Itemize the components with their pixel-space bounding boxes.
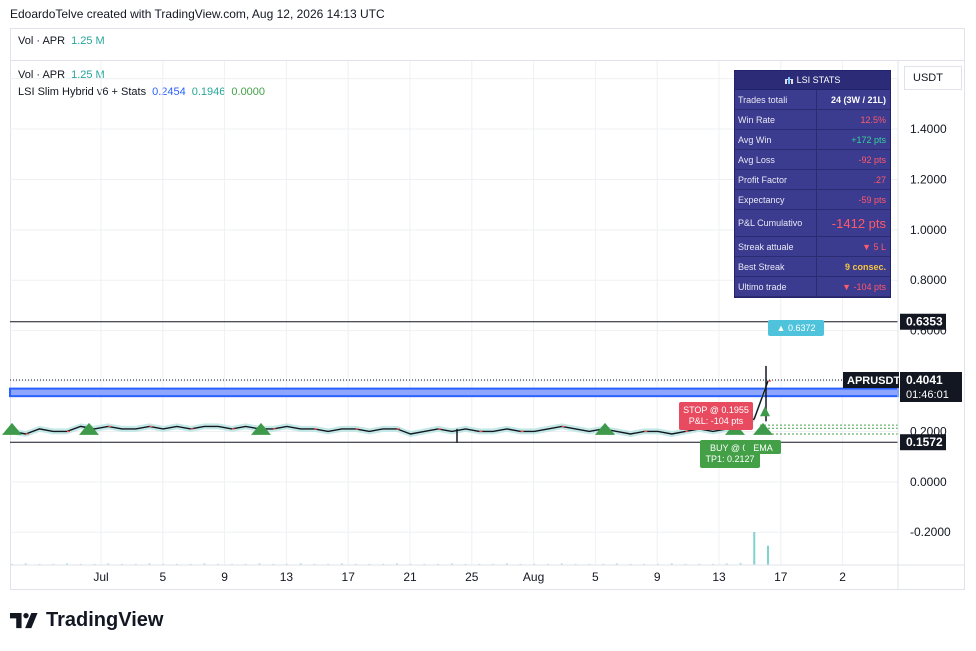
- stats-key: Avg Win: [735, 130, 817, 149]
- stats-title-text: LSI STATS: [796, 75, 841, 85]
- x-tick-label: Jul: [93, 570, 108, 584]
- stats-value: 9 consec.: [844, 262, 886, 272]
- stats-row: Streak attuale ▼ 5 L: [735, 237, 890, 257]
- stats-key: Trades totali: [735, 90, 817, 109]
- y-tick-label: 1.4000: [910, 122, 947, 136]
- stats-row: Best Streak 9 consec.: [735, 257, 890, 277]
- y-tick-label: 1.2000: [910, 172, 947, 186]
- ema-label-text: EMA: [753, 443, 773, 453]
- lsi-stats-panel: LSI STATS Trades totali 24 (3W / 21L) Win …: [734, 70, 891, 298]
- bar-countdown: 01:46:01: [906, 389, 949, 401]
- stats-value: ▼ 5 L: [862, 242, 886, 252]
- symbol-tag: APRUSDT: [847, 375, 900, 387]
- stats-key: Avg Loss: [735, 150, 817, 169]
- x-tick-label: 17: [342, 570, 356, 584]
- stats-title: LSI STATS: [735, 71, 890, 90]
- stats-key: P&L Cumulativo: [735, 210, 817, 236]
- stats-row: Avg Loss -92 pts: [735, 150, 890, 170]
- buy-marker: [2, 422, 22, 435]
- stats-row: Avg Win +172 pts: [735, 130, 890, 150]
- y-tick-label: 0.8000: [910, 273, 947, 287]
- volume-bar: [767, 545, 769, 565]
- x-tick-label: 25: [465, 570, 479, 584]
- x-tick-label: 13: [280, 570, 294, 584]
- stats-key: Ultimo trade: [735, 277, 817, 296]
- x-tick-label: 17: [774, 570, 788, 584]
- stats-value: .27: [873, 175, 886, 185]
- y-tick-label: 0.6000: [910, 324, 947, 338]
- y-tick-label: 0.0000: [910, 475, 947, 489]
- stats-value: ▼ -104 pts: [842, 282, 886, 292]
- volume-bar: [753, 532, 756, 565]
- x-tick-label: 9: [654, 570, 661, 584]
- stats-row: P&L Cumulativo -1412 pts: [735, 210, 890, 237]
- x-tick-label: 21: [403, 570, 417, 584]
- tradingview-logo[interactable]: TradingView: [10, 609, 163, 632]
- stats-key: Best Streak: [735, 257, 817, 276]
- x-tick-label: Aug: [523, 570, 544, 584]
- stats-row: Profit Factor .27: [735, 170, 890, 190]
- target-label-text: ▲ 0.6372: [777, 323, 816, 333]
- stats-value: -59 pts: [858, 195, 886, 205]
- x-tick-label: 13: [712, 570, 726, 584]
- price-envelope: [12, 378, 768, 437]
- stats-row: Ultimo trade ▼ -104 pts: [735, 277, 890, 297]
- buy-label-text: BUY @ 0.: [710, 443, 750, 453]
- stop-label-text: STOP @ 0.1955: [683, 405, 749, 415]
- stats-value: 12.5%: [860, 115, 886, 125]
- stop-label-text: P&L: -104 pts: [689, 416, 744, 426]
- x-tick-label: 5: [592, 570, 599, 584]
- stats-key: Expectancy: [735, 190, 817, 209]
- stats-key: Profit Factor: [735, 170, 817, 189]
- y-tick-label: -0.2000: [910, 525, 951, 539]
- bar-chart-icon: [784, 72, 793, 84]
- stats-row: Expectancy -59 pts: [735, 190, 890, 210]
- stats-row: Win Rate 12.5%: [735, 110, 890, 130]
- last-price-value: 0.4041: [906, 373, 943, 387]
- stats-value: -92 pts: [858, 155, 886, 165]
- tradingview-logo-icon: [10, 612, 38, 628]
- stats-row: Trades totali 24 (3W / 21L): [735, 90, 890, 110]
- stats-value: -1412 pts: [831, 216, 886, 231]
- logo-text: TradingView: [46, 609, 164, 631]
- buy-marker-small: [760, 406, 770, 417]
- y-tick-label: 0.2000: [910, 424, 947, 438]
- stats-key: Win Rate: [735, 110, 817, 129]
- x-tick-label: 5: [159, 570, 166, 584]
- currency-selector[interactable]: USDT: [904, 66, 962, 90]
- y-tick-label: 1.0000: [910, 223, 947, 237]
- buy-label-text: TP1: 0.2127: [705, 454, 754, 464]
- stats-value: 24 (3W / 21L): [830, 95, 886, 105]
- stats-value: +172 pts: [851, 135, 886, 145]
- x-tick-label: 9: [221, 570, 228, 584]
- stats-key: Streak attuale: [735, 237, 817, 256]
- x-tick-label: 2: [839, 570, 846, 584]
